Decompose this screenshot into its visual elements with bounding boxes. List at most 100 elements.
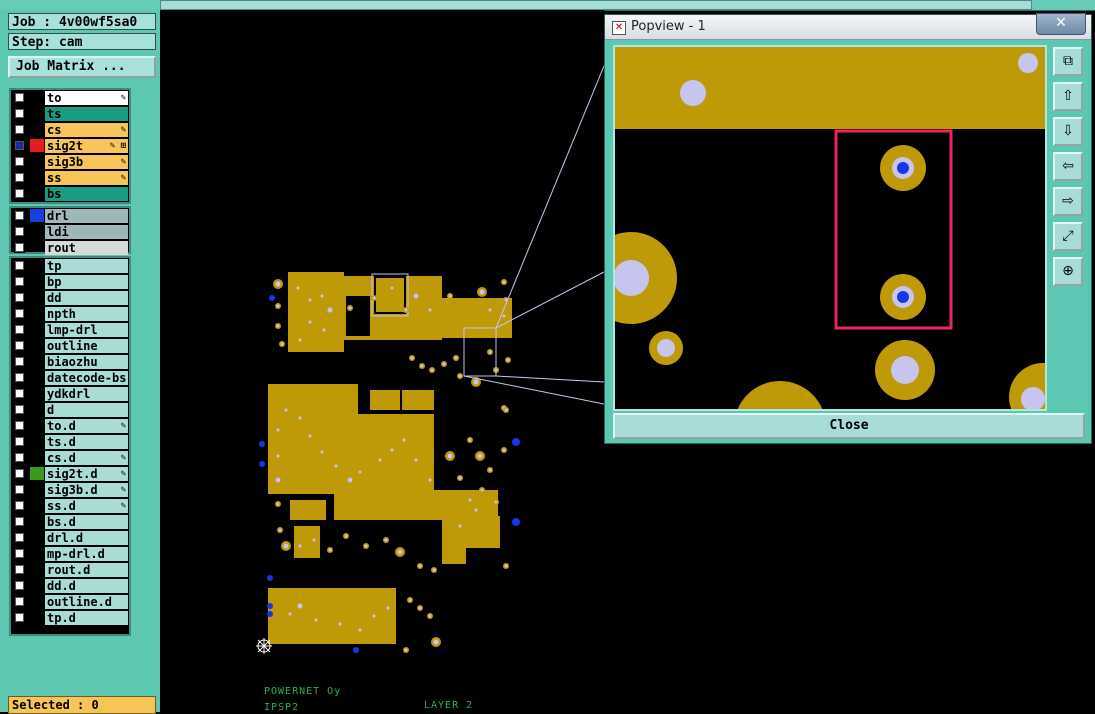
layer-checkbox[interactable] (14, 420, 25, 431)
layer-name-label[interactable]: sig2t ✎ ⊞ (45, 139, 128, 153)
layer-checkbox[interactable] (14, 612, 25, 623)
layer-checkbox[interactable] (14, 372, 25, 383)
layer-row-sig2t[interactable]: sig2t ✎ ⊞ (11, 138, 129, 154)
layer-name-label[interactable]: tp.d (45, 611, 128, 625)
layer-name-label[interactable]: cs.d ✎ (45, 451, 128, 465)
layer-checkbox[interactable] (14, 156, 25, 167)
layer-row-ts[interactable]: ts (11, 106, 129, 122)
layer-name-label[interactable]: to.d ✎ (45, 419, 128, 433)
close-button[interactable]: Close (613, 413, 1085, 439)
layer-row-tp[interactable]: tp (11, 258, 129, 274)
layer-row-ss.d[interactable]: ss.d ✎ (11, 498, 129, 514)
layer-row-to[interactable]: to ✎ (11, 90, 129, 106)
layer-name-label[interactable]: outline (45, 339, 128, 353)
layer-row-outline[interactable]: outline (11, 338, 129, 354)
layer-row-to.d[interactable]: to.d ✎ (11, 418, 129, 434)
layer-name-label[interactable]: bs.d (45, 515, 128, 529)
layer-checkbox[interactable] (14, 124, 25, 135)
layer-checkbox[interactable] (14, 276, 25, 287)
layer-row-d[interactable]: d (11, 402, 129, 418)
layer-row-lmp-drl[interactable]: lmp-drl (11, 322, 129, 338)
layer-checkbox[interactable] (14, 596, 25, 607)
layer-row-datecode-bs[interactable]: datecode-bs (11, 370, 129, 386)
layer-name-label[interactable]: outline.d (45, 595, 128, 609)
layer-checkbox[interactable] (14, 388, 25, 399)
layer-name-label[interactable]: ldi (45, 225, 128, 239)
layer-checkbox[interactable] (14, 188, 25, 199)
layer-checkbox[interactable] (14, 436, 25, 447)
layer-name-label[interactable]: tp (45, 259, 128, 273)
layer-checkbox[interactable] (14, 516, 25, 527)
layer-name-label[interactable]: rout.d (45, 563, 128, 577)
layer-name-label[interactable]: biaozhu (45, 355, 128, 369)
layer-name-label[interactable]: drl (45, 209, 128, 223)
pan-up-icon[interactable]: ⇧ (1053, 82, 1083, 111)
layer-row-sig3b[interactable]: sig3b ✎ (11, 154, 129, 170)
layer-checkbox[interactable] (14, 226, 25, 237)
layer-checkbox[interactable] (14, 210, 25, 221)
layer-row-cs.d[interactable]: cs.d ✎ (11, 450, 129, 466)
layer-row-mp-drl.d[interactable]: mp-drl.d (11, 546, 129, 562)
pan-down-icon[interactable]: ⇩ (1053, 117, 1083, 146)
layer-row-rout[interactable]: rout (11, 240, 129, 256)
layer-row-tp.d[interactable]: tp.d (11, 610, 129, 626)
layer-name-label[interactable]: ts (45, 107, 128, 121)
layer-row-biaozhu[interactable]: biaozhu (11, 354, 129, 370)
layer-row-drl.d[interactable]: drl.d (11, 530, 129, 546)
layer-name-label[interactable]: drl.d (45, 531, 128, 545)
layer-name-label[interactable]: rout (45, 241, 128, 255)
layer-name-label[interactable]: sig3b.d ✎ (45, 483, 128, 497)
layer-name-label[interactable]: sig3b ✎ (45, 155, 128, 169)
layer-checkbox[interactable] (14, 452, 25, 463)
layer-name-label[interactable]: ts.d (45, 435, 128, 449)
copy-view-icon[interactable]: ⧉ (1053, 47, 1083, 76)
layer-name-label[interactable]: ss.d ✎ (45, 499, 128, 513)
layer-checkbox[interactable] (14, 580, 25, 591)
pcb-board-canvas[interactable] (160, 10, 604, 712)
layer-checkbox[interactable] (14, 324, 25, 335)
layer-checkbox[interactable] (14, 292, 25, 303)
layer-name-label[interactable]: bp (45, 275, 128, 289)
layer-name-label[interactable]: bs (45, 187, 128, 201)
layer-name-label[interactable]: ss ✎ (45, 171, 128, 185)
layer-checkbox[interactable] (14, 532, 25, 543)
layer-row-cs[interactable]: cs ✎ (11, 122, 129, 138)
layer-row-ldi[interactable]: ldi (11, 224, 129, 240)
layer-name-label[interactable]: lmp-drl (45, 323, 128, 337)
layer-checkbox[interactable] (14, 92, 25, 103)
layer-name-label[interactable]: npth (45, 307, 128, 321)
layer-checkbox[interactable] (14, 172, 25, 183)
layer-row-outline.d[interactable]: outline.d (11, 594, 129, 610)
layer-row-ss[interactable]: ss ✎ (11, 170, 129, 186)
layer-row-drl[interactable]: drl (11, 208, 129, 224)
popview-zoom-area[interactable] (613, 45, 1047, 411)
zoom-in-icon[interactable]: ⊕ (1053, 257, 1083, 286)
layer-name-label[interactable]: datecode-bs (45, 371, 128, 385)
layer-row-ydkdrl[interactable]: ydkdrl (11, 386, 129, 402)
layer-checkbox[interactable] (14, 484, 25, 495)
window-close-icon[interactable]: ✕ (1036, 13, 1086, 35)
layer-name-label[interactable]: dd (45, 291, 128, 305)
layer-checkbox[interactable] (14, 500, 25, 511)
layer-checkbox[interactable] (14, 340, 25, 351)
layer-checkbox[interactable] (14, 468, 25, 479)
layer-name-label[interactable]: d (45, 403, 128, 417)
layer-row-rout.d[interactable]: rout.d (11, 562, 129, 578)
layer-row-ts.d[interactable]: ts.d (11, 434, 129, 450)
layer-checkbox[interactable] (14, 308, 25, 319)
layer-name-label[interactable]: ydkdrl (45, 387, 128, 401)
pan-left-icon[interactable]: ⇦ (1053, 152, 1083, 181)
layer-row-npth[interactable]: npth (11, 306, 129, 322)
layer-checkbox[interactable] (14, 548, 25, 559)
layer-row-dd.d[interactable]: dd.d (11, 578, 129, 594)
popview-titlebar[interactable]: ✕ Popview - 1 ✕ (605, 13, 1091, 40)
layer-checkbox[interactable] (14, 140, 25, 151)
layer-row-bs.d[interactable]: bs.d (11, 514, 129, 530)
pan-right-icon[interactable]: ⇨ (1053, 187, 1083, 216)
job-matrix-button[interactable]: Job Matrix ... (8, 56, 156, 78)
layer-name-label[interactable]: dd.d (45, 579, 128, 593)
layer-row-dd[interactable]: dd (11, 290, 129, 306)
layer-row-bs[interactable]: bs (11, 186, 129, 202)
layer-checkbox[interactable] (14, 564, 25, 575)
layer-checkbox[interactable] (14, 242, 25, 253)
